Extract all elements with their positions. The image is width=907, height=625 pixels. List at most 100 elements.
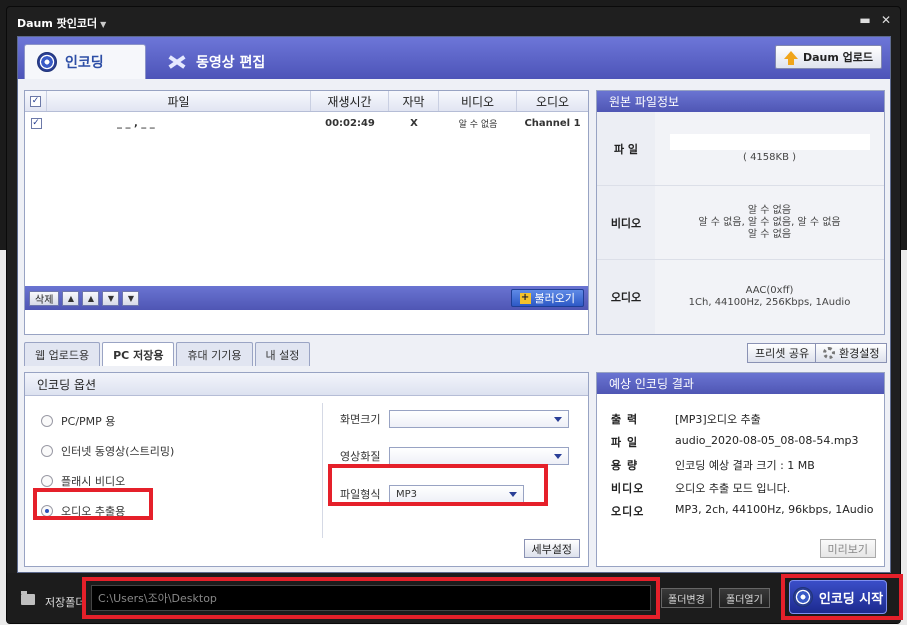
start-encoding-button[interactable]: 인코딩 시작 [789,580,887,614]
info-label: 비디오 [597,186,655,259]
tab-my-settings[interactable]: 내 설정 [254,342,311,366]
row-duration: 00:02:49 [325,117,375,129]
chevron-down-icon[interactable]: ▼ [100,20,106,29]
radio-pc-pmp[interactable]: PC/PMP 용 [41,413,115,429]
tab-mobile[interactable]: 휴대 기기용 [176,342,253,366]
close-button[interactable]: ✕ [879,13,893,27]
encoding-options-title: 인코딩 옵션 [25,373,588,396]
combo-value: MP3 [396,488,418,500]
preset-share-button[interactable]: 프리셋 공유 [747,343,818,363]
video-quality-label: 영상화질 [340,450,381,463]
col-file[interactable]: 파일 [47,91,311,111]
main-tab-strip: 인코딩 동영상 편집 Daum 업로드 [18,37,890,79]
file-format-label: 파일형식 [340,488,381,501]
radio-flash[interactable]: 플래시 비디오 [41,473,125,489]
info-row-video: 비디오 알 수 없음 알 수 없음, 알 수 없음, 알 수 없음 알 수 없음 [597,186,884,260]
save-path-input[interactable]: C:\Users\조아\Desktop [91,585,651,611]
result-label: 비디오 [611,482,645,495]
row-file-name: _ _ , _ _ [117,117,155,129]
folder-icon [21,591,35,605]
delete-button[interactable]: 삭제 [29,290,60,306]
select-all-checkbox[interactable]: ✓ [30,95,41,107]
gear-icon [823,347,835,359]
save-folder-label: 저장폴더 [45,596,86,609]
film-reel-icon [792,587,813,607]
row-checkbox[interactable]: ✓ [30,117,42,129]
result-value: [MP3]오디오 추출 [675,413,761,426]
col-subtitle[interactable]: 자막 [389,91,439,111]
info-line: 알 수 없음, 알 수 없음, 알 수 없음 [698,216,841,228]
env-settings-label: 환경설정 [839,347,880,360]
result-value: MP3, 2ch, 44100Hz, 96kbps, 1Audio [675,503,874,516]
info-value: AAC(0xff) 1Ch, 44100Hz, 256Kbps, 1Audio [655,260,884,334]
options-divider [322,403,323,538]
preview-button[interactable]: 미리보기 [819,539,876,558]
tab-video-edit[interactable]: 동영상 편집 [154,44,294,79]
col-audio[interactable]: 오디오 [517,91,588,111]
move-up-icon[interactable]: ▲ [82,290,100,306]
radio-audio-extract[interactable]: 오디오 추출용 [41,503,125,519]
table-row[interactable]: ✓ _ _ , _ _ 00:02:49 X 알 수 없음 Channel 1 [25,112,588,134]
plus-icon: + [519,291,531,304]
move-down-icon[interactable]: ▼ [102,290,120,306]
encoding-body: ✓ 파일 재생시간 자막 비디오 오디오 ✓ _ _ , _ _ 00:02:4… [18,79,890,572]
radio-circle[interactable] [41,475,53,487]
file-list-panel: ✓ 파일 재생시간 자막 비디오 오디오 ✓ _ _ , _ _ 00:02:4… [24,90,589,335]
radio-streaming[interactable]: 인터넷 동영상(스트리밍) [41,443,174,459]
result-label: 출 력 [611,413,639,426]
radio-label: PC/PMP 용 [61,415,116,428]
file-table-header: ✓ 파일 재생시간 자막 비디오 오디오 [25,91,588,112]
minimize-button[interactable]: ▬ [858,13,872,27]
radio-label: 인터넷 동영상(스트리밍) [61,445,175,458]
chevron-down-icon [509,492,517,497]
info-row-file: 파 일 ( 4158KB ) [597,112,884,186]
radio-circle[interactable] [41,445,53,457]
open-folder-button[interactable]: 폴더열기 [719,588,770,608]
col-duration[interactable]: 재생시간 [311,91,389,111]
radio-label: 오디오 추출용 [61,505,126,518]
tab-encoding-label: 인코딩 [65,55,104,71]
result-label: 파 일 [611,436,639,449]
tab-encoding[interactable]: 인코딩 [24,44,146,79]
source-info-title: 원본 파일정보 [597,91,884,112]
daum-upload-button[interactable]: Daum 업로드 [774,45,882,69]
tab-pc-save[interactable]: PC 저장용 [102,342,175,366]
tab-video-edit-label: 동영상 편집 [196,54,266,71]
info-line: 알 수 없음 [747,204,792,216]
screen-size-select[interactable] [389,410,569,428]
file-name-redacted [669,133,870,150]
detail-settings-button[interactable]: 세부설정 [523,539,580,558]
row-check-cell: ✓ [25,117,47,129]
file-format-select[interactable]: MP3 [389,485,524,503]
start-encoding-label: 인코딩 시작 [818,591,884,607]
result-row: 비디오 오디오 추출 모드 입니다. [611,480,790,496]
change-folder-button[interactable]: 폴더변경 [661,588,712,608]
video-quality-select[interactable] [389,447,569,465]
save-folder-bar: 저장폴더 C:\Users\조아\Desktop 폴더변경 폴더열기 인코딩 시… [7,573,900,623]
window-title[interactable]: Daum 팟인코더 ▼ [17,15,106,31]
expected-result-panel: 예상 인코딩 결과 출 력 [MP3]오디오 추출 파 일 audio_2020-0… [596,372,885,567]
file-toolbar: 삭제 ▲ ▲ ▼ ▼ + 불러오기 [25,286,588,310]
app-window: Daum 팟인코더▼ ▬ ✕ 인코딩 동영상 편집 Daum 업로드 ✓ 파일 [6,6,901,624]
expected-result-title: 예상 인코딩 결과 [597,373,884,394]
result-row: 파 일 audio_2020-08-05_08-08-54.mp3 [611,434,859,450]
info-label: 오디오 [597,260,655,334]
encoding-options-panel: 인코딩 옵션 PC/PMP 용 인터넷 동영상(스트리밍) 플래시 비디오 오디… [24,372,589,567]
move-top-icon[interactable]: ▲ [62,290,80,306]
col-video[interactable]: 비디오 [439,91,517,111]
radio-circle[interactable] [41,415,53,427]
chevron-down-icon [554,417,562,422]
row-subtitle: X [410,117,418,129]
source-info-panel: 원본 파일정보 파 일 ( 4158KB ) 비디오 알 수 없음 알 수 없음… [596,90,885,335]
info-line: AAC(0xff) [745,285,794,296]
result-row: 오디오 MP3, 2ch, 44100Hz, 96kbps, 1Audio [611,503,873,519]
move-bottom-icon[interactable]: ▼ [122,290,140,306]
tab-web-upload[interactable]: 웹 업로드용 [24,342,101,366]
radio-circle-selected[interactable] [41,505,53,517]
result-row: 용 량 인코딩 예상 결과 크기 : 1 MB [611,457,815,473]
result-value: 오디오 추출 모드 입니다. [675,482,791,495]
load-file-button[interactable]: + 불러오기 [510,289,584,307]
env-settings-button[interactable]: 환경설정 [815,343,888,363]
scissors-icon [166,53,188,71]
info-line: 알 수 없음 [747,228,792,240]
